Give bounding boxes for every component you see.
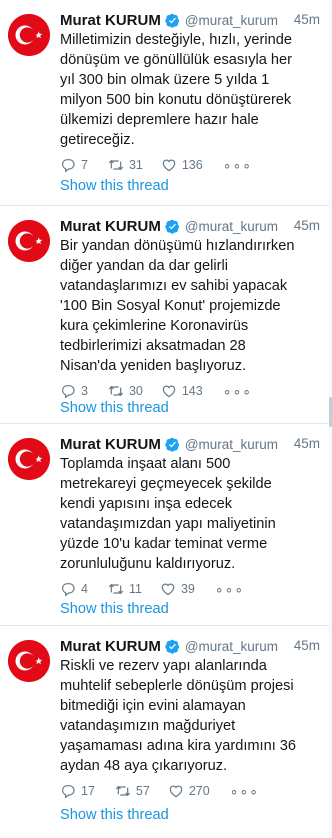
verified-badge-icon — [165, 219, 180, 234]
show-thread-link[interactable]: Show this thread — [60, 400, 169, 416]
tweet-timestamp[interactable]: 45m — [294, 218, 320, 233]
user-handle[interactable]: @murat_kurum — [185, 13, 278, 28]
retweet-count: 11 — [128, 582, 142, 596]
like-button[interactable]: 143 — [161, 383, 203, 399]
tweet-text: Milletimizin desteğiyle, hızlı, yerinde … — [60, 32, 293, 148]
tweet-actions: 4 11 39 ∘∘∘ — [60, 579, 326, 599]
reply-icon — [62, 583, 75, 597]
reply-count: 4 — [81, 582, 88, 596]
retweet-button[interactable]: 30 — [108, 383, 143, 399]
show-thread-link[interactable]: Show this thread — [60, 807, 169, 823]
tweet[interactable]: Murat KURUM @murat_kurum 45m Milletimizi… — [0, 0, 332, 206]
show-thread-link[interactable]: Show this thread — [60, 178, 169, 194]
avatar[interactable] — [8, 640, 50, 682]
like-count: 143 — [181, 384, 203, 398]
reply-icon — [62, 159, 75, 173]
reply-button[interactable]: 3 — [60, 383, 88, 399]
reply-icon — [62, 785, 75, 799]
retweet-count: 31 — [128, 158, 143, 172]
tweet-header: Murat KURUM @murat_kurum — [60, 434, 326, 454]
like-button[interactable]: 270 — [168, 783, 210, 799]
tweet-actions: 3 30 143 ∘∘∘ — [60, 381, 326, 401]
tweet-actions: 7 31 136 ∘∘∘ — [60, 155, 326, 175]
heart-icon — [162, 159, 176, 172]
avatar[interactable] — [8, 220, 50, 262]
show-thread-link[interactable]: Show this thread — [60, 601, 169, 617]
more-icon[interactable]: ∘∘∘ — [223, 157, 252, 174]
avatar[interactable] — [8, 14, 50, 56]
more-icon[interactable]: ∘∘∘ — [230, 783, 259, 800]
user-handle[interactable]: @murat_kurum — [185, 437, 278, 452]
tweet-text: Riskli ve rezerv yapı alanlarında muhtel… — [60, 658, 297, 774]
display-name[interactable]: Murat KURUM — [60, 638, 161, 655]
display-name[interactable]: Murat KURUM — [60, 436, 161, 453]
like-button[interactable]: 136 — [161, 157, 203, 173]
tweet[interactable]: Murat KURUM @murat_kurum 45m Riskli ve r… — [0, 626, 332, 838]
tweet-body: Murat KURUM @murat_kurum 45m Toplamda in… — [60, 434, 326, 599]
user-handle[interactable]: @murat_kurum — [185, 639, 278, 654]
turkish-flag-avatar-icon — [8, 220, 50, 262]
tweet-timestamp[interactable]: 45m — [294, 638, 320, 653]
retweet-count: 57 — [135, 784, 150, 798]
heart-icon — [161, 583, 175, 596]
reply-count: 3 — [81, 384, 88, 398]
reply-count: 17 — [81, 784, 95, 798]
tweet-actions: 17 57 270 ∘∘∘ — [60, 781, 326, 801]
like-count: 270 — [188, 784, 210, 798]
reply-icon — [62, 385, 75, 399]
tweet-body: Murat KURUM @murat_kurum 45m Milletimizi… — [60, 10, 326, 175]
verified-badge-icon — [165, 639, 180, 654]
reply-button[interactable]: 17 — [60, 783, 95, 799]
tweet-header: Murat KURUM @murat_kurum — [60, 10, 326, 30]
tweet-timestamp[interactable]: 45m — [294, 12, 320, 27]
avatar[interactable] — [8, 438, 50, 480]
retweet-button[interactable]: 31 — [108, 157, 143, 173]
retweet-count: 30 — [128, 384, 143, 398]
tweet-feed: Murat KURUM @murat_kurum 45m Milletimizi… — [0, 0, 332, 838]
reply-button[interactable]: 4 — [60, 581, 88, 597]
display-name[interactable]: Murat KURUM — [60, 12, 161, 29]
retweet-button[interactable]: 57 — [115, 783, 150, 799]
retweet-icon — [108, 386, 124, 396]
retweet-icon — [108, 584, 124, 594]
verified-badge-icon — [165, 13, 180, 28]
turkish-flag-avatar-icon — [8, 14, 50, 56]
more-icon[interactable]: ∘∘∘ — [215, 581, 244, 598]
retweet-icon — [115, 786, 131, 796]
tweet-header: Murat KURUM @murat_kurum — [60, 216, 326, 236]
more-icon[interactable]: ∘∘∘ — [223, 383, 252, 400]
reply-button[interactable]: 7 — [60, 157, 88, 173]
tweet-timestamp[interactable]: 45m — [294, 436, 320, 451]
tweet-text: Toplamda inşaat alanı 500 metrekareyi ge… — [60, 456, 276, 572]
tweet[interactable]: Murat KURUM @murat_kurum 45m Bir yandan … — [0, 206, 332, 424]
retweet-icon — [108, 160, 124, 170]
user-handle[interactable]: @murat_kurum — [185, 219, 278, 234]
heart-icon — [162, 385, 176, 398]
tweet-text: Bir yandan dönüşümü hızlandırırken diğer… — [60, 238, 295, 374]
display-name[interactable]: Murat KURUM — [60, 218, 161, 235]
like-count: 39 — [180, 582, 195, 596]
reply-count: 7 — [81, 158, 88, 172]
retweet-button[interactable]: 11 — [108, 581, 142, 597]
verified-badge-icon — [165, 437, 180, 452]
tweet-body: Murat KURUM @murat_kurum 45m Riskli ve r… — [60, 636, 326, 801]
like-count: 136 — [181, 158, 203, 172]
turkish-flag-avatar-icon — [8, 438, 50, 480]
heart-icon — [169, 785, 183, 798]
tweet[interactable]: Murat KURUM @murat_kurum 45m Toplamda in… — [0, 424, 332, 626]
tweet-header: Murat KURUM @murat_kurum — [60, 636, 326, 656]
like-button[interactable]: 39 — [160, 581, 195, 597]
turkish-flag-avatar-icon — [8, 640, 50, 682]
tweet-body: Murat KURUM @murat_kurum 45m Bir yandan … — [60, 216, 326, 401]
